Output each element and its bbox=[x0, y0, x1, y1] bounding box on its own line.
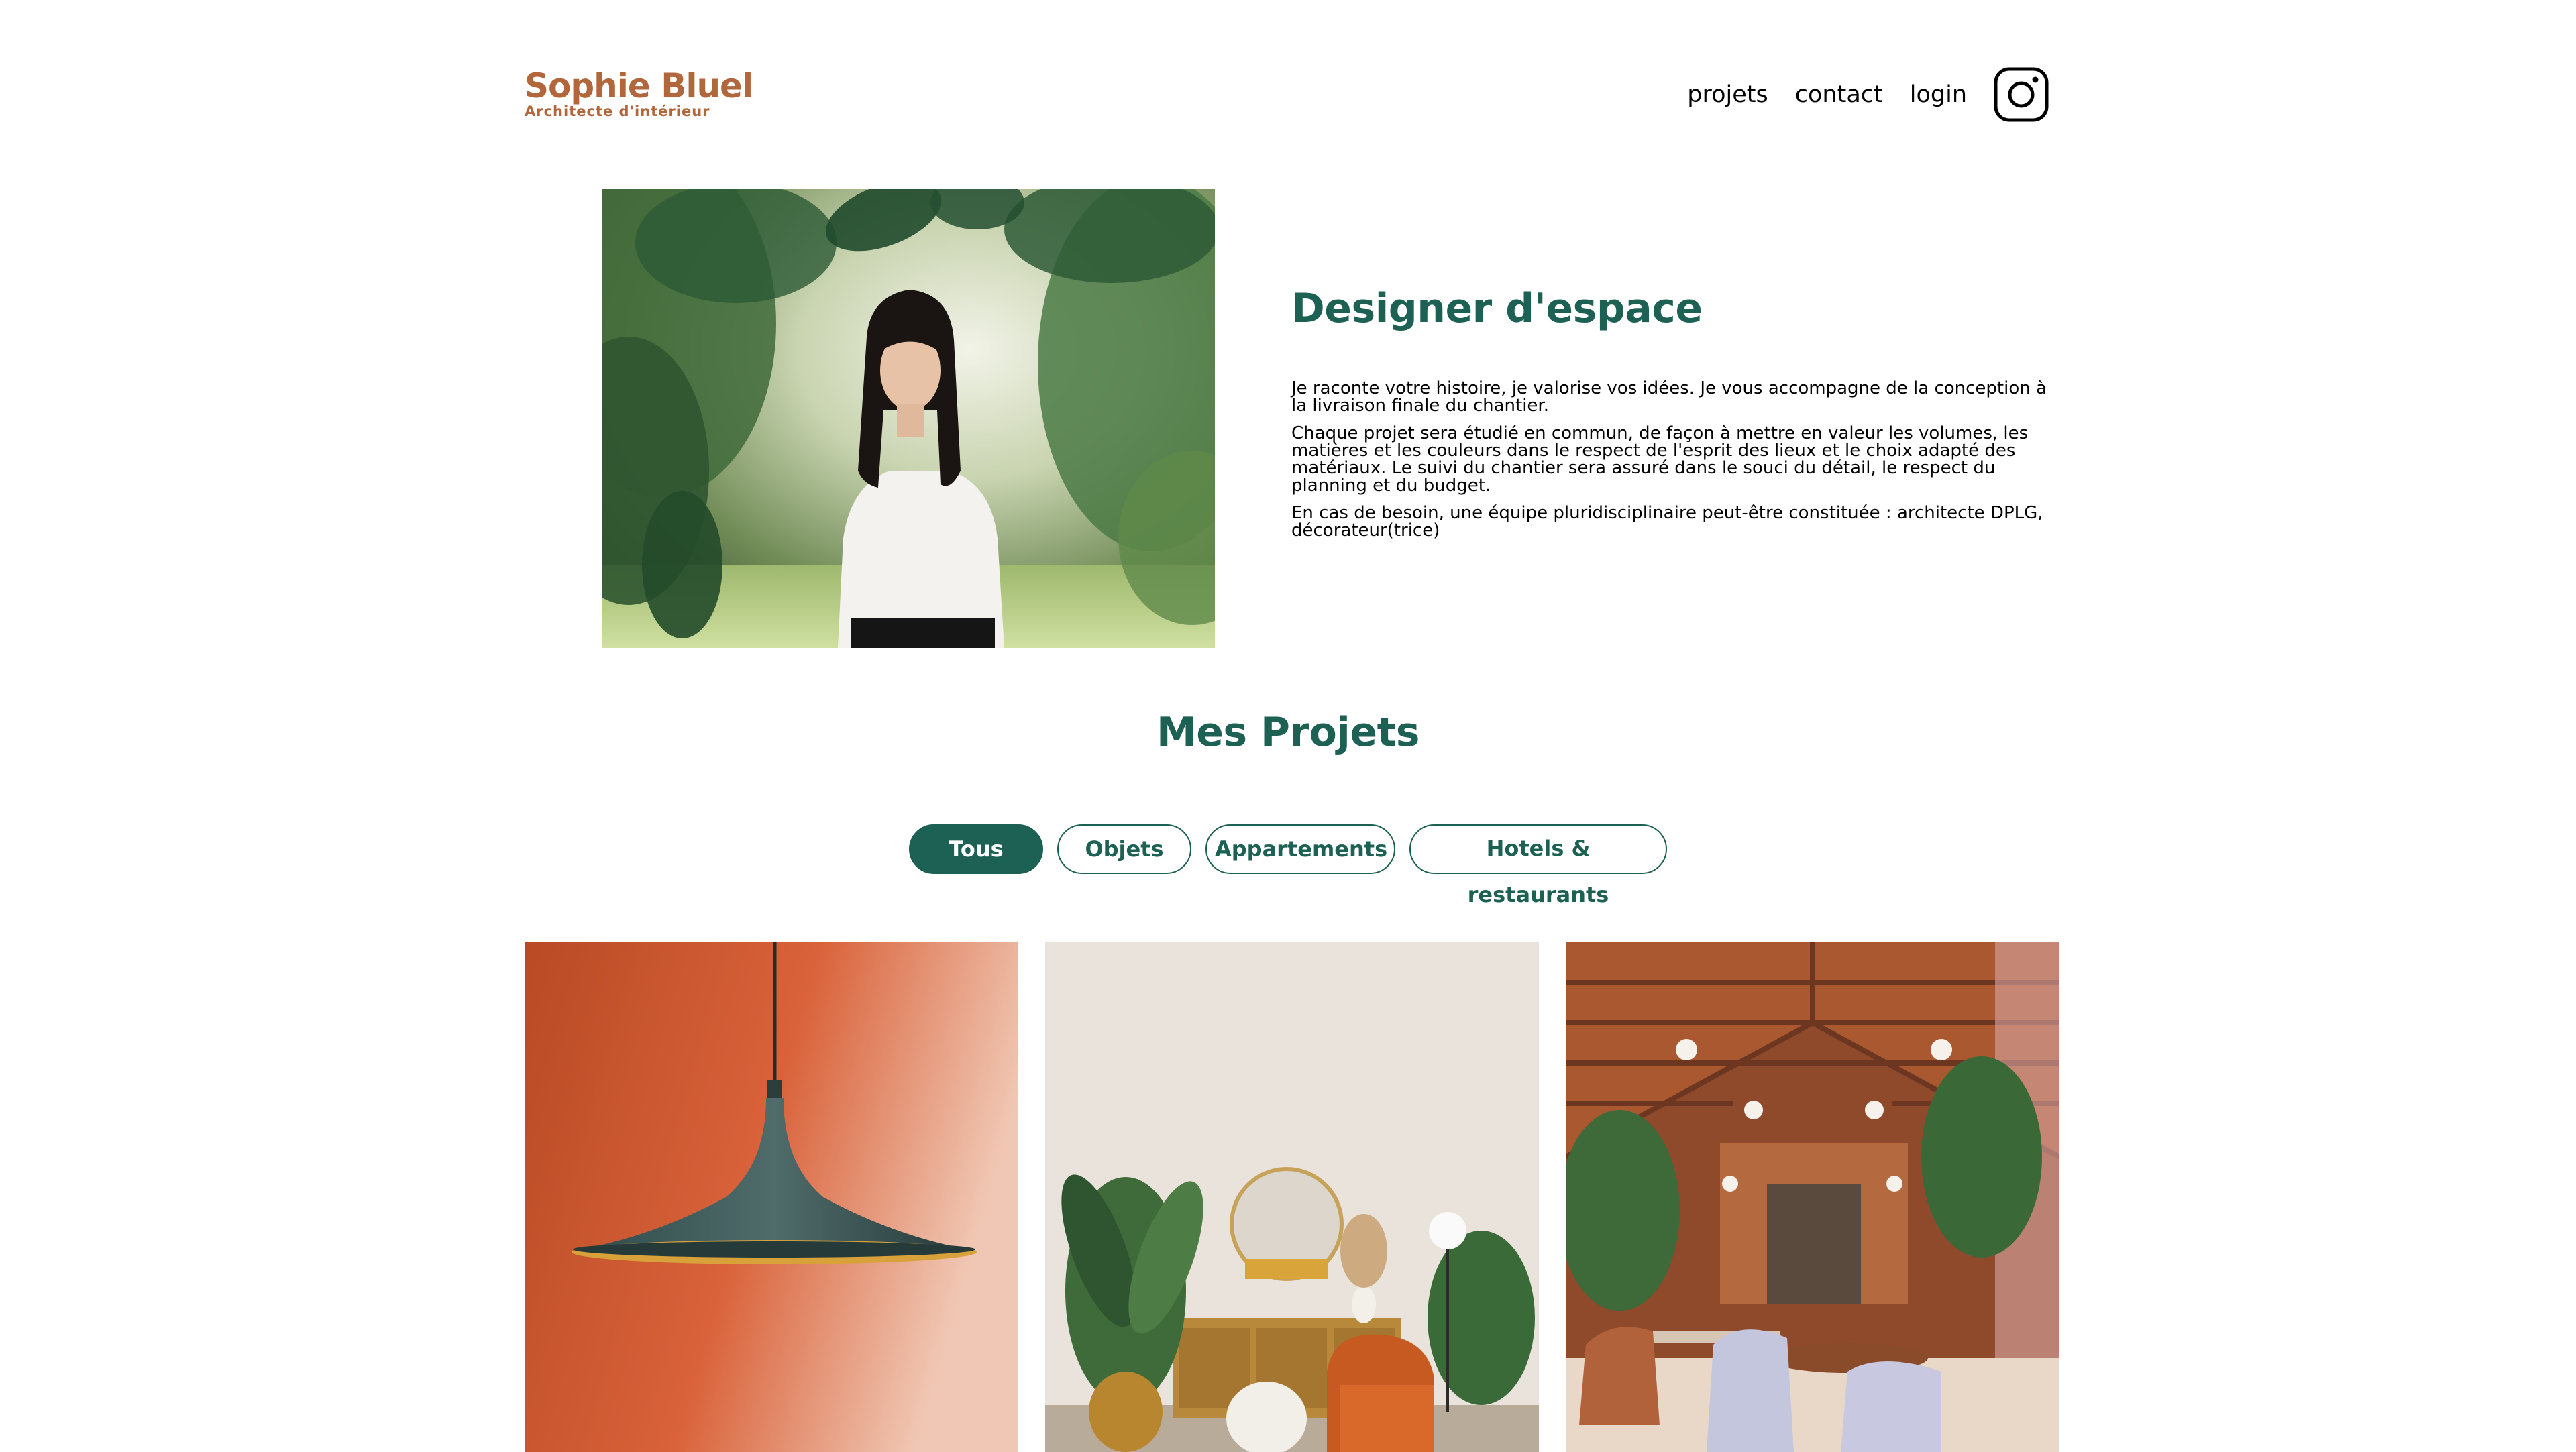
projects-gallery bbox=[525, 942, 2059, 1452]
introduction-text: Designer d'espace Je raconte votre histo… bbox=[1291, 283, 2056, 539]
project-image-restaurant[interactable] bbox=[1566, 942, 2059, 1452]
logo[interactable]: Sophie Bluel Architecte d'intérieur bbox=[525, 67, 753, 119]
filter-appartements-button[interactable]: Appartements bbox=[1205, 824, 1395, 874]
filter-hotels-restaurants-button[interactable]: Hotels & restaurants bbox=[1409, 824, 1667, 907]
portrait-photo bbox=[602, 189, 1215, 648]
filter-tous-button[interactable]: Tous bbox=[909, 824, 1043, 874]
intro-paragraph: Je raconte votre histoire, je valorise v… bbox=[1291, 378, 2047, 416]
nav-link-login[interactable]: login bbox=[1910, 81, 1967, 108]
projects-title: Mes Projets bbox=[1157, 709, 1419, 756]
nav-link-contact[interactable]: contact bbox=[1795, 81, 1883, 108]
instagram-icon[interactable] bbox=[1994, 67, 2049, 122]
site-header: Sophie Bluel Architecte d'intérieur proj… bbox=[525, 67, 2049, 141]
logo-subtitle: Architecte d'intérieur bbox=[525, 103, 710, 119]
project-image-living-room[interactable] bbox=[1045, 942, 1539, 1452]
intro-paragraph: Chaque projet sera étudié en commun, de … bbox=[1291, 423, 2029, 496]
logo-name: Sophie Bluel bbox=[525, 66, 753, 105]
filter-objets-button[interactable]: Objets bbox=[1057, 824, 1191, 874]
main-nav: projets contact login bbox=[1687, 67, 2049, 122]
project-image-lamp[interactable] bbox=[525, 942, 1018, 1452]
intro-paragraph: En cas de besoin, une équipe pluridiscip… bbox=[1291, 503, 2043, 541]
filter-bar: Tous Objets Appartements Hotels & restau… bbox=[0, 824, 2576, 907]
intro-title: Designer d'espace bbox=[1291, 285, 1703, 332]
nav-link-projets[interactable]: projets bbox=[1687, 81, 1768, 108]
